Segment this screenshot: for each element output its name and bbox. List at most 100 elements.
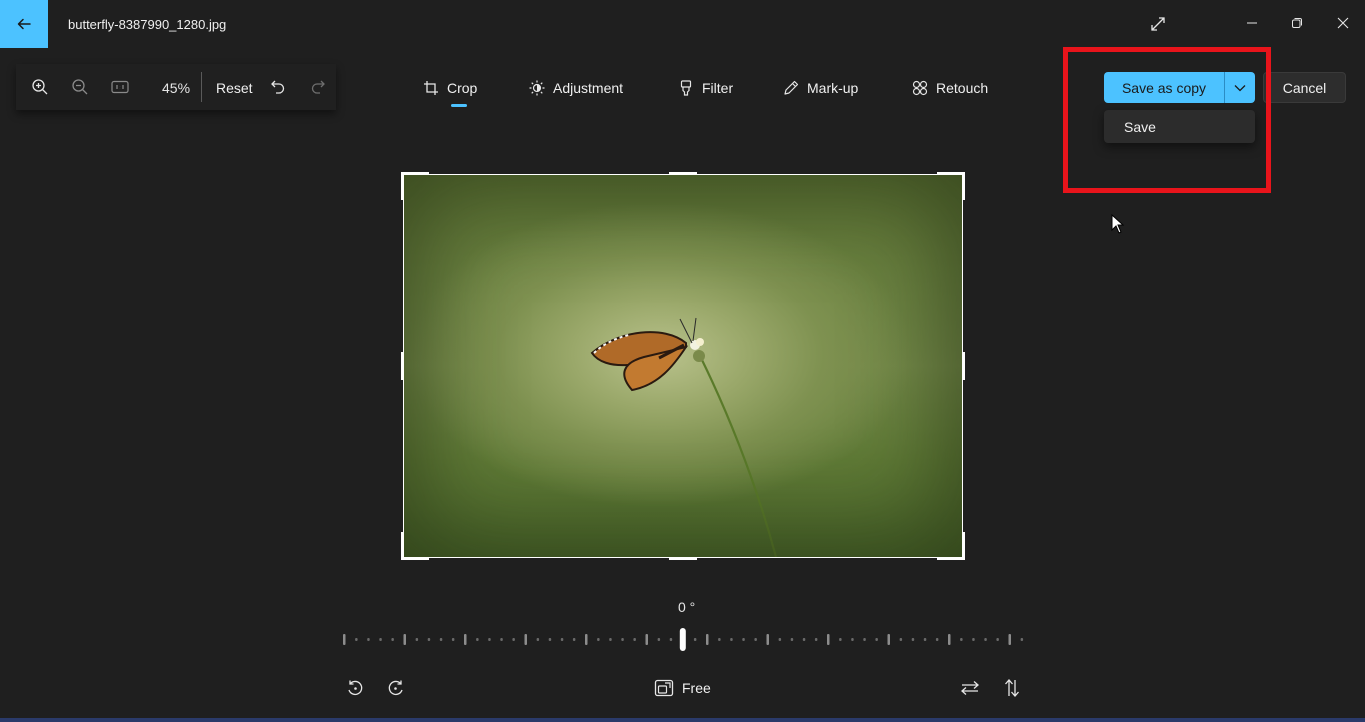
- ruler-tick: [742, 638, 745, 641]
- ruler-tick: [899, 638, 903, 641]
- crop-handle-top-left[interactable]: [401, 172, 404, 200]
- ruler-tick: [814, 638, 818, 641]
- ruler-tick: [875, 638, 878, 641]
- crop-handle-left[interactable]: [401, 352, 404, 380]
- rotate-right-icon: [388, 680, 403, 696]
- undo-button[interactable]: [267, 76, 289, 98]
- actual-size-button[interactable]: [109, 76, 131, 98]
- flip-horizontal-button[interactable]: [959, 677, 981, 699]
- ruler-tick: [984, 638, 987, 641]
- ruler-tick: [355, 638, 358, 641]
- divider: [201, 72, 202, 102]
- restore-button[interactable]: [1282, 8, 1312, 38]
- ruler-tick: [935, 638, 939, 641]
- tab-label: Crop: [447, 80, 478, 96]
- minimize-icon: [1247, 22, 1257, 24]
- ruler-tick: [923, 638, 927, 641]
- undo-icon: [271, 80, 285, 94]
- expand-icon: [1151, 17, 1165, 31]
- rotate-left-icon: [348, 680, 363, 696]
- ruler-tick: [669, 638, 673, 641]
- ruler-tick: [972, 638, 975, 641]
- taskbar-edge: [0, 718, 1365, 722]
- crop-handle-top-right[interactable]: [962, 172, 965, 200]
- zoom-in-icon: [32, 79, 48, 95]
- filter-icon: [680, 80, 692, 96]
- minimize-button[interactable]: [1237, 8, 1267, 38]
- ruler-tick: [730, 638, 733, 641]
- rotation-slider[interactable]: [340, 626, 1030, 654]
- tab-filter[interactable]: Filter: [678, 76, 733, 100]
- crop-frame[interactable]: [403, 174, 963, 558]
- tab-retouch[interactable]: Retouch: [912, 76, 988, 100]
- crop-handle-bottom-right[interactable]: [937, 557, 965, 560]
- zoom-toolbar: 45% Reset: [16, 64, 336, 110]
- ruler-tick: [367, 638, 370, 641]
- close-button[interactable]: [1328, 8, 1358, 38]
- ruler-tick: [379, 638, 382, 641]
- tab-markup[interactable]: Mark-up: [783, 76, 858, 100]
- ruler-tick: [621, 638, 624, 641]
- aspect-ratio-icon: [654, 679, 674, 697]
- crop-handle-bottom[interactable]: [669, 557, 697, 560]
- reset-button[interactable]: Reset: [216, 80, 253, 96]
- tab-label: Filter: [702, 80, 734, 96]
- ruler-tick: [802, 638, 806, 641]
- ruler-tick: [427, 638, 431, 641]
- flip-vertical-icon: [1005, 679, 1019, 697]
- ruler-tick: [597, 638, 600, 641]
- ruler-tick: [960, 638, 963, 641]
- ruler-tick: [754, 638, 757, 641]
- ruler-tick: [403, 634, 406, 645]
- zoom-out-button[interactable]: [69, 76, 91, 98]
- highlight-annotation: [1063, 47, 1271, 193]
- crop-handle-top-left[interactable]: [401, 172, 429, 175]
- flip-horizontal-icon: [961, 681, 979, 695]
- ruler-tick: [887, 634, 890, 645]
- ruler-tick: [1008, 634, 1011, 645]
- tab-crop[interactable]: Crop: [423, 76, 477, 100]
- crop-handle-bottom-left[interactable]: [401, 557, 429, 560]
- tab-adjustment[interactable]: Adjustment: [529, 76, 623, 100]
- tab-label: Retouch: [936, 80, 989, 96]
- ruler-tick: [572, 638, 576, 641]
- tab-label: Adjustment: [553, 80, 624, 96]
- ruler-tick: [948, 634, 951, 645]
- crop-handle-top[interactable]: [669, 172, 697, 175]
- retouch-icon: [912, 80, 928, 96]
- actual-size-icon: [111, 80, 129, 94]
- fullscreen-button[interactable]: [1143, 9, 1173, 39]
- back-button[interactable]: [0, 0, 48, 48]
- rotate-right-button[interactable]: [385, 677, 407, 699]
- ruler-tick: [451, 638, 455, 641]
- crop-handle-bottom-right[interactable]: [962, 532, 965, 560]
- arrow-left-icon: [17, 18, 31, 30]
- ruler-tick: [548, 638, 552, 641]
- active-tab-indicator: [451, 104, 467, 107]
- zoom-level[interactable]: 45%: [162, 80, 190, 96]
- crop-handle-top-right[interactable]: [937, 172, 965, 175]
- ruler-tick: [790, 638, 794, 641]
- crop-handle-right[interactable]: [962, 352, 965, 380]
- flip-vertical-button[interactable]: [1001, 677, 1023, 699]
- ruler-tick: [609, 638, 612, 641]
- zoom-in-button[interactable]: [29, 76, 51, 98]
- ruler-tick: [343, 634, 346, 645]
- ruler-tick: [996, 638, 999, 641]
- ruler-tick: [851, 638, 854, 641]
- crop-handle-bottom-left[interactable]: [401, 532, 404, 560]
- ruler-tick: [633, 638, 636, 641]
- rotation-angle: 0 °: [678, 599, 696, 615]
- aspect-ratio-button[interactable]: Free: [654, 677, 711, 699]
- rotate-left-button[interactable]: [344, 677, 366, 699]
- ruler-tick: [693, 638, 697, 641]
- redo-button[interactable]: [307, 76, 329, 98]
- ruler-tick: [585, 634, 588, 645]
- cancel-button[interactable]: Cancel: [1263, 72, 1346, 103]
- ruler-tick: [391, 638, 394, 641]
- close-icon: [1337, 17, 1349, 29]
- redo-icon: [311, 80, 325, 94]
- ruler-tick: [718, 638, 721, 641]
- ruler-tick: [524, 634, 527, 645]
- rotation-thumb[interactable]: [679, 628, 686, 651]
